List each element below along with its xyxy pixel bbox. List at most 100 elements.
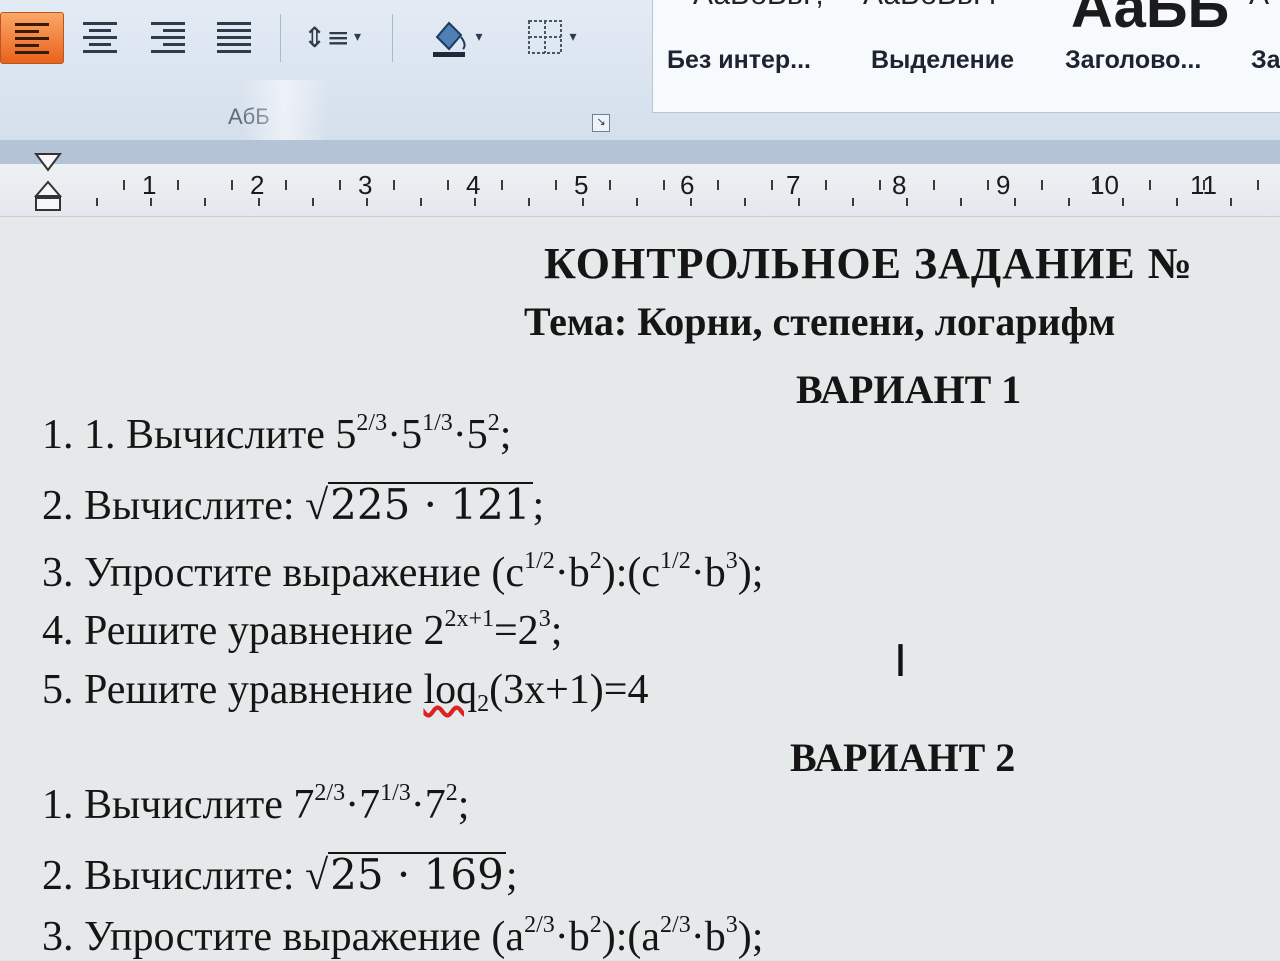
style-preview: АаБЬ [1071,0,1230,40]
borders-button[interactable]: ▾ [508,12,594,62]
task-text: 5. Решите уравнение [42,667,424,713]
ruler-tick [825,180,827,190]
task-text: 4. Решите уравнение 2 [42,608,445,654]
task-text: ; [550,608,563,654]
task-text: 1. 1. Вычислите 5 [42,412,357,458]
document-title: КОНТРОЛЬНОЕ ЗАДАНИЕ № [544,239,1193,288]
radical-sign: √ [305,853,329,899]
ruler-tick [636,198,638,206]
v1-task-5: 5. Решите уравнение loq2(3x+1)=4 [42,666,648,718]
line-spacing-icon: ⇕≡ [303,20,350,54]
align-right-button[interactable] [140,12,196,62]
task-text: =2 [494,608,539,654]
document-topic: Тема: Корни, степени, логарифм [524,299,1116,344]
ruler-tick [1014,198,1016,206]
style-no-spacing[interactable]: Без интер... [667,46,811,75]
ruler-tick [312,198,314,206]
ruler-tick [258,198,260,206]
exponent: 2x+1 [444,606,494,632]
ruler-tick [474,198,476,206]
horizontal-ruler[interactable]: 1 2 3 4 5 6 7 8 9 10 11 [0,164,1280,217]
ruler-tick [960,198,962,206]
align-left-icon [15,22,49,54]
task-text: ·b [554,550,590,596]
ruler-tick [744,198,746,206]
task-text: loq [423,667,478,713]
align-center-button[interactable] [72,12,128,62]
ruler-tick [420,198,422,206]
task-text: ·b [690,550,726,596]
v1-task-3: 3. Упростите выражение (c1/2·b2):(c1/2·b… [42,548,763,597]
exponent: 2/3 [660,912,691,938]
task-text: ·b [690,914,726,960]
task-text: ); [737,914,764,960]
v2-task-2: 2. Вычислите: √25 · 169; [42,852,517,900]
task-text: 2. Вычислите: [42,483,306,529]
task-text: 2. Вычислите: [42,853,306,899]
task-text: ·7 [410,782,446,828]
v1-task-2: 2. Вычислите: √225 · 121; [42,482,544,530]
ruler-tick [96,198,98,206]
exponent: 2/3 [356,410,388,436]
ruler-tick [123,180,125,190]
task-text: ):(c [601,550,661,596]
ruler-number: 2 [250,170,265,200]
shading-button[interactable]: ▾ [412,12,498,62]
exponent: 2 [487,410,500,436]
ruler-number: 4 [466,170,481,200]
radicand: 25 · 169 [328,850,506,899]
exponent: 2/3 [524,912,555,938]
borders-icon [528,20,563,54]
v1-task-4: 4. Решите уравнение 22x+1=23; [42,606,562,655]
dialog-launcher-icon[interactable]: ↘ [592,114,610,132]
exponent: 1/3 [422,410,453,436]
ruler-tick [555,180,557,190]
ruler-tick [150,198,152,206]
align-left-button[interactable] [0,12,64,64]
ribbon: ⇕≡ ▾ ▾ ▾ АбБ ↘ АаБбВвГ, АаБбВвГг АаБЬ А [0,0,1280,320]
ruler-tick [501,180,503,190]
task-text: 3. Упростите выражение (c [42,550,525,596]
justify-button[interactable] [206,12,262,62]
ruler-tick [582,198,584,206]
task-text: ·5 [387,412,423,458]
exponent: 2 [445,780,458,806]
ruler-number: 1 [142,170,157,200]
text-cursor-icon: I [894,636,907,687]
exponent: 1/2 [524,548,555,574]
ruler-tick [987,180,989,190]
task-text: ; [505,853,518,899]
align-center-icon [83,21,117,53]
radical-sign: √ [305,483,329,529]
ruler-tick [1122,198,1124,206]
exponent: 1/3 [380,780,411,806]
ruler-band [0,140,1280,164]
ribbon-separator [392,14,393,62]
ruler-tick [1230,198,1232,206]
ruler-tick [852,198,854,206]
ruler-tick [339,180,341,190]
style-heading-2[interactable]: За [1251,46,1280,75]
exponent: 3 [538,606,551,632]
ruler-number: 8 [892,170,907,200]
chevron-down-icon: ▾ [569,29,577,45]
ruler-tick [177,180,179,190]
style-heading[interactable]: Заголово... [1065,46,1201,75]
paint-bucket-icon [433,21,467,57]
indent-marker-icon[interactable] [34,152,62,212]
task-text: ; [457,782,470,828]
spellcheck-word[interactable]: loq2 [423,667,489,717]
style-emphasis[interactable]: Выделение [871,46,1014,75]
styles-gallery: АаБбВвГ, АаБбВвГг АаБЬ А Без интер... Вы… [652,0,1280,113]
line-spacing-button[interactable]: ⇕≡ ▾ [296,12,368,62]
style-preview: АаБбВвГ, [693,0,824,12]
ruler-tick [1203,180,1205,190]
chevron-down-icon: ▾ [475,29,483,45]
ruler-number: 5 [574,170,589,200]
variant2-heading: ВАРИАНТ 2 [790,735,1016,780]
ruler-tick [771,180,773,190]
task-text: 3. Упростите выражение (a [42,914,525,960]
task-text: ·5 [452,412,488,458]
paragraph-group-label: АбБ [228,104,270,129]
ruler-tick [1176,198,1178,206]
